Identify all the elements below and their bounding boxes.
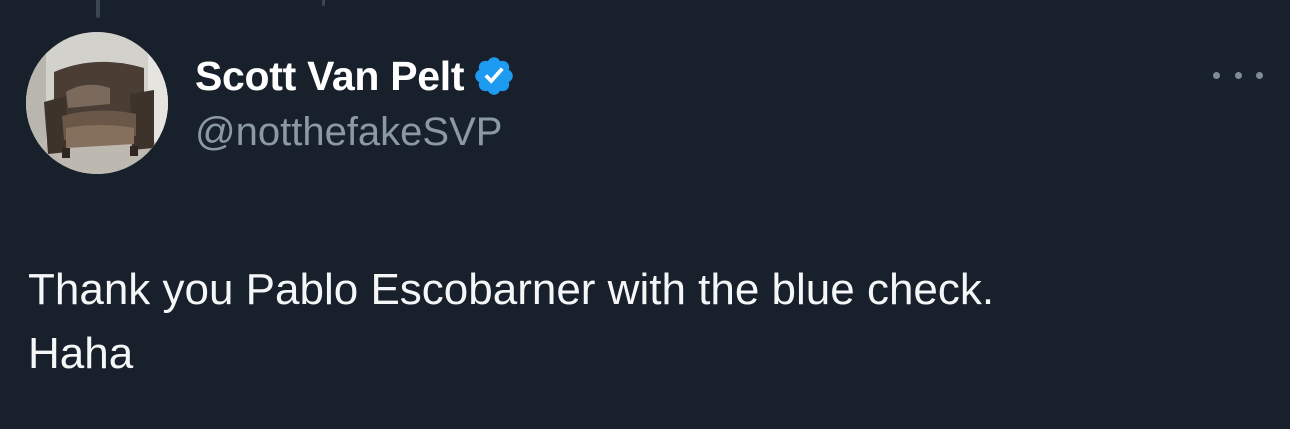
avatar-armchair-image [26, 32, 168, 174]
more-dot [1213, 71, 1220, 79]
more-dot [1256, 71, 1263, 79]
more-dot [1234, 71, 1242, 79]
thread-connector-mark [322, 0, 325, 6]
more-options-icon[interactable] [1213, 60, 1263, 90]
author-display-name[interactable]: Scott Van Pelt [195, 53, 465, 100]
author-name-row: Scott Van Pelt [195, 50, 516, 102]
tweet-text: Thank you Pablo Escobarner with the blue… [28, 258, 1268, 386]
author-handle[interactable]: @notthefakeSVP [195, 110, 502, 155]
tweet-text-line: Haha [28, 329, 134, 378]
thread-connector-line [96, 0, 100, 18]
avatar[interactable] [26, 32, 168, 174]
verified-badge-icon[interactable] [472, 54, 516, 98]
tweet-text-line: Thank you Pablo Escobarner with the blue… [28, 265, 995, 314]
